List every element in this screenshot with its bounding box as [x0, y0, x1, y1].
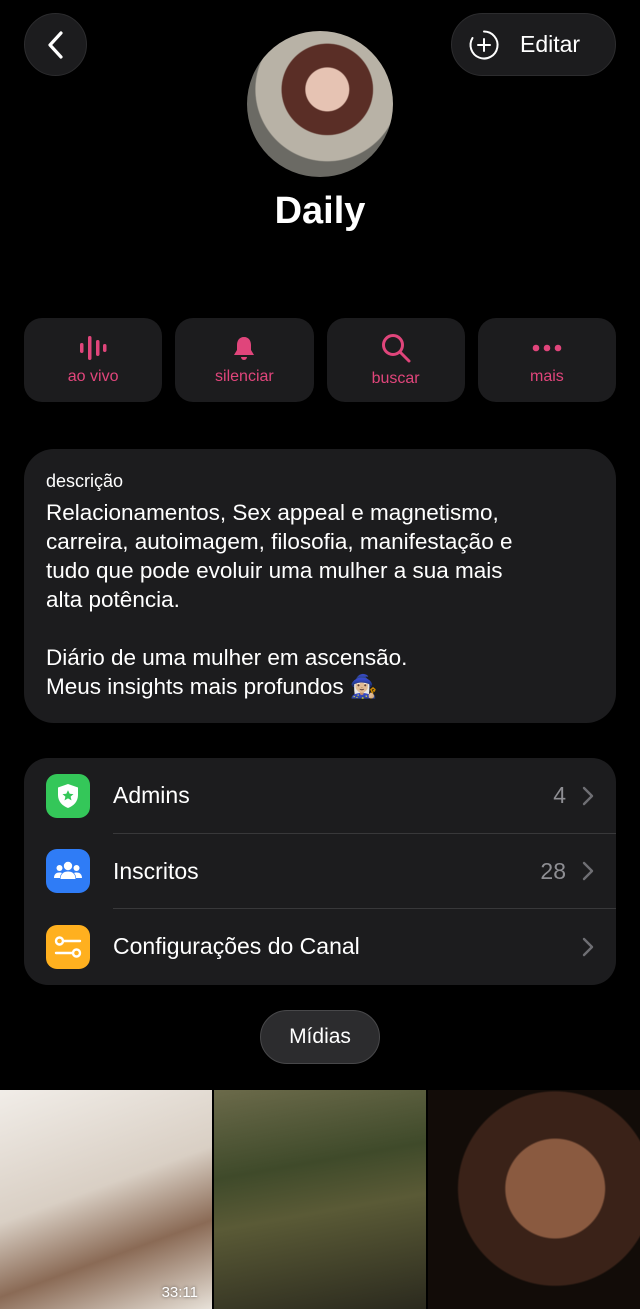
video-duration: 33:11	[161, 1284, 198, 1301]
channel-info-list: Admins 4 Inscritos 28 Configurações do C…	[24, 758, 616, 985]
subscribers-row[interactable]: Inscritos 28	[24, 834, 616, 910]
channel-settings-row[interactable]: Configurações do Canal	[24, 909, 616, 985]
chevron-right-icon	[582, 937, 594, 957]
mute-button[interactable]: silenciar	[175, 318, 314, 402]
media-thumbnail[interactable]	[428, 1090, 640, 1309]
subscribers-label: Inscritos	[113, 857, 199, 884]
more-button[interactable]: mais	[477, 318, 616, 402]
search-button[interactable]: buscar	[326, 318, 465, 402]
mute-label: silenciar	[215, 368, 274, 385]
search-label: buscar	[371, 370, 420, 387]
back-button[interactable]	[24, 13, 87, 76]
action-bar: ao vivo silenciar buscar mais	[24, 318, 616, 402]
bell-icon	[234, 337, 255, 360]
description-card: descrição Relacionamentos, Sex appeal e …	[24, 449, 616, 723]
description-title: descrição	[46, 471, 124, 491]
shield-star-icon	[46, 773, 90, 818]
more-icon	[532, 344, 562, 352]
edit-button[interactable]: Editar	[451, 13, 616, 76]
live-button[interactable]: ao vivo	[24, 318, 163, 402]
media-thumbnail[interactable]	[214, 1090, 426, 1309]
admins-label: Admins	[113, 782, 190, 809]
people-icon	[46, 849, 90, 894]
edit-label: Editar	[520, 31, 581, 57]
live-label: ao vivo	[67, 368, 119, 385]
admins-row[interactable]: Admins 4	[24, 758, 616, 834]
channel-settings-label: Configurações do Canal	[113, 933, 360, 960]
add-circle-icon	[469, 29, 499, 59]
sliders-icon	[46, 924, 90, 969]
channel-name: Daily	[274, 190, 366, 232]
tab-media[interactable]: Mídias	[260, 1010, 380, 1064]
chevron-right-icon	[582, 786, 594, 805]
admins-count: 4	[553, 782, 566, 809]
chevron-right-icon	[582, 862, 594, 881]
subscribers-count: 28	[540, 857, 566, 884]
media-grid: 33:11	[0, 1090, 640, 1309]
description-text: Relacionamentos, Sex appeal e magnetismo…	[46, 500, 513, 699]
chevron-left-icon	[47, 30, 63, 59]
avatar[interactable]	[247, 31, 393, 177]
waveform-icon	[80, 336, 107, 360]
search-icon	[381, 334, 411, 363]
more-label: mais	[529, 368, 564, 385]
media-thumbnail[interactable]: 33:11	[0, 1090, 212, 1309]
